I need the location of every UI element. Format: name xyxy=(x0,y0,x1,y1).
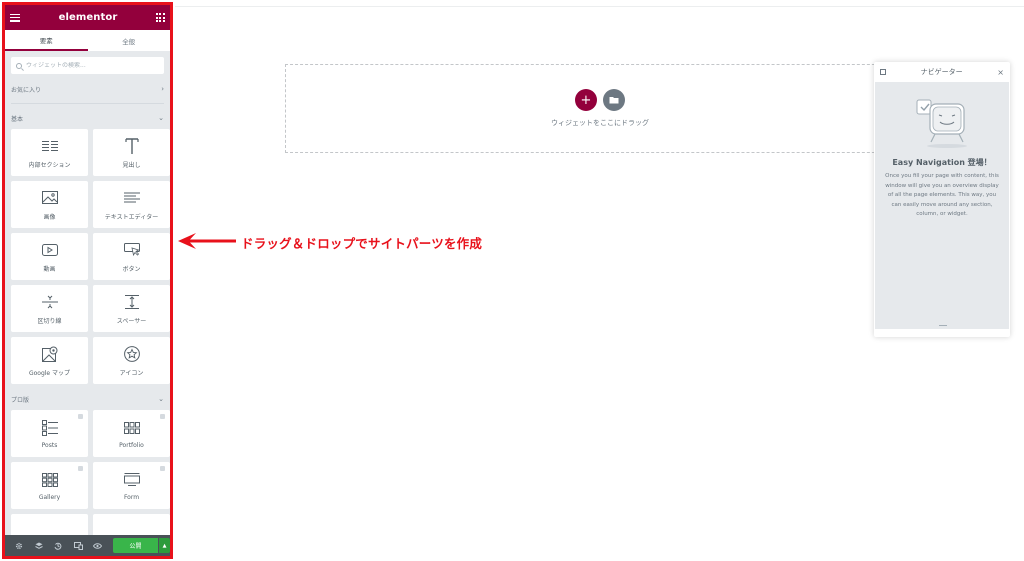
navigator-illustration xyxy=(916,99,967,148)
chevron-right-icon: › xyxy=(161,85,164,93)
navigator-title: ナビゲーター xyxy=(920,68,963,76)
search-icon xyxy=(16,62,22,69)
section-basic-label: 基本 xyxy=(11,115,24,123)
google-maps-icon xyxy=(41,345,58,363)
drop-zone-label: ウィジェットをここにドラッグ xyxy=(551,119,649,127)
widget-portfolio[interactable]: Portfolio xyxy=(93,410,170,457)
star-icon xyxy=(123,345,140,363)
gallery-icon xyxy=(41,471,58,489)
hamburger-menu-icon[interactable] xyxy=(10,13,20,22)
widget-label: 内部セクション xyxy=(28,161,71,169)
elementor-panel: elementor 要素 全般 お気に入り › 基本 ⌄ xyxy=(5,5,170,556)
chevron-down-icon: ⌄ xyxy=(158,114,164,122)
navigator-icon[interactable] xyxy=(29,535,49,556)
tab-global[interactable]: 全般 xyxy=(88,30,171,51)
heading-icon xyxy=(124,137,139,155)
section-pro[interactable]: プロ版 ⌄ xyxy=(5,390,170,408)
navigator-empty-title: Easy Navigation 登場！ xyxy=(892,158,992,167)
panel-footer: 公開 ▲ xyxy=(5,535,170,556)
widget-label: Gallery xyxy=(38,493,61,501)
navigator-panel: ナビゲーター × Easy Navigation 登場！ Once you fi… xyxy=(874,62,1010,337)
section-basic[interactable]: 基本 ⌄ xyxy=(5,109,170,127)
responsive-icon[interactable] xyxy=(68,535,88,556)
section-pro-label: プロ版 xyxy=(11,396,30,404)
highlight-frame: elementor 要素 全般 お気に入り › 基本 ⌄ xyxy=(2,2,173,559)
widget-gallery[interactable]: Gallery xyxy=(11,462,88,509)
top-border xyxy=(175,6,1024,7)
elementor-logo: elementor xyxy=(58,12,118,23)
widget-divider[interactable]: 区切り線 xyxy=(11,285,88,332)
image-icon xyxy=(41,189,58,207)
lock-icon xyxy=(160,466,165,471)
widget-label: アイコン xyxy=(119,369,144,377)
pro-widget-grid: Posts Portfolio Gallery Form xyxy=(5,408,170,556)
widget-form[interactable]: Form xyxy=(93,462,170,509)
add-section-button[interactable]: + xyxy=(575,89,597,111)
drop-zone[interactable] xyxy=(285,64,910,153)
close-icon[interactable]: × xyxy=(997,68,1004,77)
settings-icon[interactable] xyxy=(9,535,29,556)
widget-label: Posts xyxy=(41,441,58,449)
posts-icon xyxy=(41,419,58,437)
navigator-header[interactable]: ナビゲーター × xyxy=(874,62,1010,82)
preview-icon[interactable] xyxy=(88,535,108,556)
text-editor-icon xyxy=(123,189,140,207)
widgets-grid-icon[interactable] xyxy=(155,13,165,22)
panel-tabs: 要素 全般 xyxy=(5,30,170,51)
divider xyxy=(11,103,164,104)
basic-widget-grid: 内部セクション 見出し 画像 テキストエディター 動画 ボタン 区切り線 スペー… xyxy=(5,127,170,384)
widget-text-editor[interactable]: テキストエディター xyxy=(93,181,170,228)
button-icon xyxy=(123,241,140,259)
video-icon xyxy=(41,241,58,259)
lock-icon xyxy=(78,466,83,471)
annotation-arrow xyxy=(178,233,236,249)
section-favorites-label: お気に入り xyxy=(11,86,42,94)
widget-video[interactable]: 動画 xyxy=(11,233,88,280)
resize-handle[interactable] xyxy=(939,325,947,326)
widget-label: ボタン xyxy=(122,265,141,273)
publish-button[interactable]: 公開 xyxy=(112,538,159,553)
section-favorites[interactable]: お気に入り › xyxy=(5,80,170,98)
add-template-button[interactable] xyxy=(603,89,625,111)
navigator-body: Easy Navigation 登場！ Once you fill your p… xyxy=(875,82,1009,329)
folder-icon xyxy=(609,97,619,104)
chevron-down-icon: ⌄ xyxy=(158,395,164,403)
panel-header: elementor xyxy=(5,5,170,30)
annotation-text: ドラッグ＆ドロップでサイトパーツを作成 xyxy=(241,236,483,251)
widget-inner-section[interactable]: 内部セクション xyxy=(11,129,88,176)
widget-heading[interactable]: 見出し xyxy=(93,129,170,176)
widget-label: Portfolio xyxy=(119,441,144,449)
widget-label: スペーサー xyxy=(116,317,147,325)
history-icon[interactable] xyxy=(49,535,69,556)
widget-label: 見出し xyxy=(122,161,141,169)
form-icon xyxy=(123,471,140,489)
widget-search xyxy=(11,57,164,74)
widget-label: 動画 xyxy=(43,265,56,273)
widget-label: Google マップ xyxy=(28,369,71,377)
widget-search-input[interactable] xyxy=(26,62,156,69)
widget-image[interactable]: 画像 xyxy=(11,181,88,228)
publish-options-arrow-icon[interactable]: ▲ xyxy=(159,538,170,553)
lock-icon xyxy=(160,414,165,419)
collapse-icon[interactable] xyxy=(880,69,886,75)
widget-spacer[interactable]: スペーサー xyxy=(93,285,170,332)
widget-icon[interactable]: アイコン xyxy=(93,337,170,384)
widget-google-maps[interactable]: Google マップ xyxy=(11,337,88,384)
widget-label: 区切り線 xyxy=(37,317,62,325)
widget-label: テキストエディター xyxy=(104,213,159,221)
navigator-empty-text: Once you fill your page with content, th… xyxy=(885,173,999,217)
plus-icon: + xyxy=(580,92,592,108)
widget-button[interactable]: ボタン xyxy=(93,233,170,280)
portfolio-icon xyxy=(123,419,140,437)
divider-icon xyxy=(41,293,58,311)
spacer-icon xyxy=(124,293,140,311)
inner-section-icon xyxy=(41,137,58,155)
tab-elements[interactable]: 要素 xyxy=(5,30,88,51)
lock-icon xyxy=(78,414,83,419)
widget-posts[interactable]: Posts xyxy=(11,410,88,457)
widget-label: Form xyxy=(123,493,140,501)
widget-label: 画像 xyxy=(43,213,56,221)
